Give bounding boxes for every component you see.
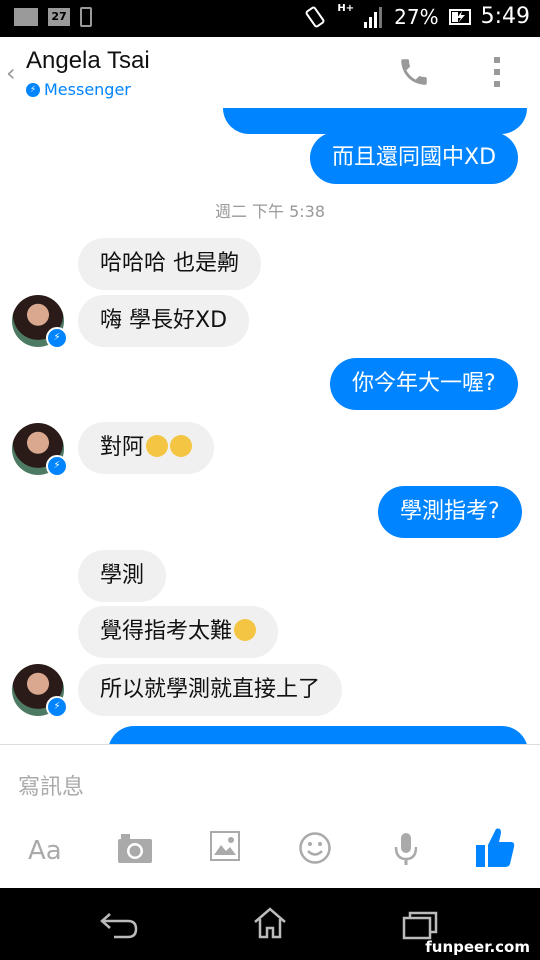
disappointed-emoji-icon — [234, 619, 257, 641]
messenger-badge-icon: ⚡ — [46, 455, 68, 477]
message-bubble-received: 學測 — [78, 550, 167, 602]
app-indicator: ⚡ Messenger — [26, 80, 131, 99]
system-nav-bar: funpeer.com — [0, 888, 540, 960]
expressionless-emoji-icon — [170, 435, 193, 457]
message-bubble-received: 覺得指考太難 — [78, 606, 279, 658]
text-format-button[interactable]: Aa — [28, 831, 62, 871]
message-bubble-sent: 學測指考? — [378, 486, 522, 538]
camera-icon[interactable] — [116, 831, 154, 871]
phone-call-icon[interactable] — [397, 55, 431, 93]
messenger-badge-icon: ⚡ — [46, 327, 68, 349]
watermark: funpeer.com — [425, 938, 530, 956]
vibrate-icon — [305, 6, 325, 27]
clock: 5:49 — [480, 4, 530, 29]
signal-icon — [364, 6, 383, 28]
composer: 寫訊息 Aa — [0, 744, 540, 889]
battery-percent: 27% — [394, 4, 439, 29]
device-notification-icon — [80, 7, 92, 27]
back-chevron-icon[interactable]: ‹ — [6, 59, 16, 87]
message-bubble-sent: 而且還同國中XD — [310, 132, 519, 184]
message-list[interactable]: 而且還同國中XD 週二 下午 5:38 哈哈哈 也是齁 ⚡ 嗨 學長好XD 你今… — [0, 108, 540, 744]
avatar[interactable]: ⚡ — [12, 664, 68, 718]
message-timestamp: 週二 下午 5:38 — [214, 202, 326, 221]
mic-icon[interactable] — [393, 831, 419, 871]
message-bubble-sent — [108, 726, 528, 744]
conversation-header: ‹ Angela Tsai ⚡ Messenger — [0, 37, 540, 109]
avatar[interactable]: ⚡ — [12, 295, 68, 349]
message-text: 對阿 — [100, 435, 145, 460]
messenger-icon: ⚡ — [26, 82, 40, 97]
messenger-badge-icon: ⚡ — [46, 696, 68, 718]
message-bubble-sent: 你今年大一喔? — [330, 358, 518, 410]
message-input[interactable]: 寫訊息 — [18, 769, 84, 801]
app-label: Messenger — [44, 80, 131, 99]
message-bubble-received: 所以就學測就直接上了 — [78, 664, 343, 716]
network-type: H+ — [337, 3, 355, 14]
message-text: 覺得指考太難 — [100, 619, 233, 644]
message-bubble-received: 哈哈哈 也是齁 — [78, 238, 261, 290]
avatar[interactable]: ⚡ — [12, 423, 68, 477]
nav-back-icon[interactable] — [100, 910, 140, 944]
message-bubble-received: 對阿 — [78, 422, 215, 474]
message-bubble-sent — [223, 108, 527, 134]
message-bubble-received: 嗨 學長好XD — [78, 295, 250, 347]
nav-home-icon[interactable] — [252, 906, 288, 944]
status-bar: 27 H+ 27% 5:49 — [0, 0, 540, 37]
more-vert-icon[interactable] — [494, 57, 502, 93]
calendar-notification-icon: 27 — [48, 8, 70, 26]
image-icon[interactable] — [210, 831, 240, 871]
expressionless-emoji-icon — [146, 435, 169, 457]
contact-name[interactable]: Angela Tsai — [26, 47, 150, 75]
battery-charging-icon — [448, 8, 471, 25]
composer-toolbar: Aa — [0, 828, 540, 871]
emoji-icon[interactable] — [298, 831, 332, 871]
gallery-notification-icon — [14, 8, 38, 26]
thumbs-up-icon[interactable] — [474, 825, 516, 867]
